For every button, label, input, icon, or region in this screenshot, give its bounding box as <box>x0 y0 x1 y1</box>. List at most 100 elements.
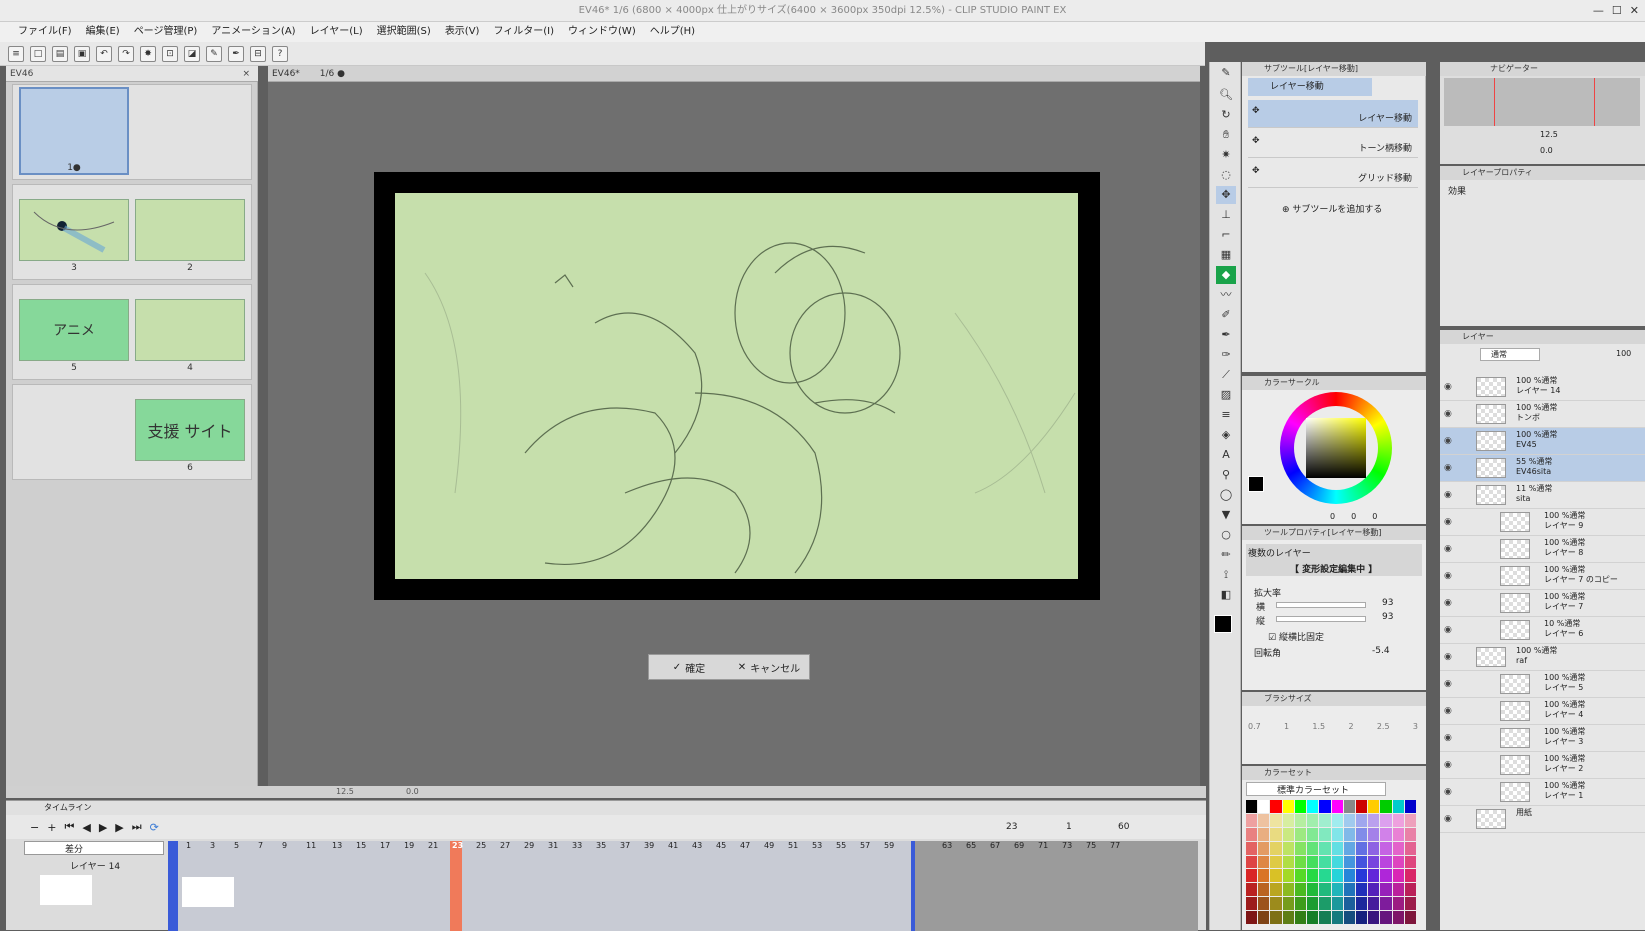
color-swatch[interactable] <box>1380 883 1392 897</box>
color-swatch[interactable] <box>1282 841 1294 855</box>
color-swatch[interactable] <box>1331 800 1343 813</box>
layer-row[interactable]: ◉ 100 %通常 レイヤー 9 <box>1440 509 1645 536</box>
color-swatch[interactable] <box>1343 911 1355 924</box>
color-set-select[interactable]: 標準カラーセット <box>1246 782 1386 796</box>
color-swatch[interactable] <box>1307 813 1319 827</box>
layer-row[interactable]: ◉ 100 %通常 レイヤー 8 <box>1440 536 1645 563</box>
color-swatch[interactable] <box>1282 800 1294 813</box>
color-swatch[interactable] <box>1392 813 1404 827</box>
brush-tool-icon[interactable]: 〰 <box>1216 286 1236 304</box>
nav-zoom[interactable]: 12.5 <box>1540 130 1558 139</box>
height-slider[interactable] <box>1276 616 1366 622</box>
color-swatch[interactable] <box>1343 855 1355 869</box>
subtool-group-tab[interactable]: レイヤー移動 <box>1248 78 1372 96</box>
visibility-eye-icon[interactable]: ◉ <box>1444 625 1452 635</box>
page-manager-tab[interactable]: EV46 × <box>6 66 258 82</box>
new-icon[interactable]: □ <box>30 45 46 62</box>
color-swatch[interactable] <box>1392 855 1404 869</box>
hamburger-icon[interactable]: ≡ <box>8 45 24 62</box>
color-swatch[interactable] <box>1246 911 1258 924</box>
close-icon[interactable]: ✕ <box>1630 0 1639 22</box>
color-swatch[interactable] <box>1319 827 1331 841</box>
bucket-tool-icon[interactable]: ▼ <box>1216 506 1236 524</box>
color-swatch[interactable] <box>1368 813 1380 827</box>
brush-size-option[interactable]: 1 <box>1284 722 1289 731</box>
color-swatch[interactable] <box>1270 897 1282 911</box>
pencil-tool-icon[interactable]: ✐ <box>1216 306 1236 324</box>
prev-frame-icon[interactable]: ◀ <box>82 821 90 834</box>
color-swatch[interactable] <box>1294 841 1307 855</box>
color-swatch[interactable] <box>1355 897 1368 911</box>
color-swatch[interactable] <box>1246 883 1258 897</box>
color-swatch[interactable] <box>1404 869 1416 883</box>
page-thumb-2[interactable] <box>135 199 245 261</box>
gradient-tool-icon[interactable]: ▨ <box>1216 386 1236 404</box>
color-swatch[interactable] <box>1282 813 1294 827</box>
visibility-eye-icon[interactable]: ◉ <box>1444 787 1452 797</box>
color-swatch[interactable] <box>1319 800 1331 813</box>
visibility-eye-icon[interactable]: ◉ <box>1444 436 1452 446</box>
navigator-preview[interactable] <box>1444 78 1640 126</box>
color-swatch[interactable] <box>1282 827 1294 841</box>
color-swatch[interactable] <box>1355 855 1368 869</box>
color-swatch[interactable] <box>1294 897 1307 911</box>
color-swatch[interactable] <box>1368 911 1380 924</box>
layer-row[interactable]: ◉ 11 %通常 sita <box>1440 482 1645 509</box>
color-swatch[interactable] <box>1294 869 1307 883</box>
zoom-value[interactable]: 12.5 <box>336 787 354 796</box>
brush-icon[interactable]: ✎ <box>206 45 222 62</box>
color-swatch[interactable] <box>1331 869 1343 883</box>
zoom-in-icon[interactable]: + <box>47 821 56 834</box>
layer-row[interactable]: ◉ 100 %通常 レイヤー 7 のコピー <box>1440 563 1645 590</box>
track-select[interactable]: 差分 <box>24 841 164 855</box>
color-swatch[interactable] <box>1282 855 1294 869</box>
color-swatch[interactable] <box>1404 883 1416 897</box>
layer-row[interactable]: ◉ 100 %通常 レイヤー 3 <box>1440 725 1645 752</box>
subtool-item[interactable]: ✥ グリッド移動 <box>1248 160 1418 188</box>
color-swatch[interactable] <box>1380 855 1392 869</box>
figure-tool-icon[interactable]: ≡ <box>1216 406 1236 424</box>
first-frame-icon[interactable]: ⏮ <box>64 820 74 834</box>
play-icon[interactable]: ▶ <box>99 821 107 834</box>
menu-animation[interactable]: アニメーション(A) <box>211 22 295 42</box>
color-swatch[interactable] <box>1380 911 1392 924</box>
correct-tool-icon[interactable]: ✏ <box>1216 546 1236 564</box>
color-swatch[interactable] <box>1270 800 1282 813</box>
swatch-grid[interactable] <box>1246 800 1416 924</box>
color-swatch[interactable] <box>1331 855 1343 869</box>
color-swatch[interactable] <box>1258 813 1270 827</box>
color-swatch[interactable] <box>1258 883 1270 897</box>
menu-help[interactable]: ヘルプ(H) <box>650 22 695 42</box>
layer-row[interactable]: ◉ 100 %通常 トンボ <box>1440 401 1645 428</box>
layer-row[interactable]: ◉ 10 %通常 レイヤー 6 <box>1440 617 1645 644</box>
layer-row[interactable]: ◉ 55 %通常 EV46sita <box>1440 455 1645 482</box>
color-swatch[interactable] <box>1331 813 1343 827</box>
maximize-icon[interactable]: ☐ <box>1612 0 1622 22</box>
layer-row[interactable]: ◉ 用紙 <box>1440 806 1645 833</box>
color-swatch[interactable] <box>1246 855 1258 869</box>
color-swatch[interactable] <box>1368 855 1380 869</box>
balloon-tool-icon[interactable]: ◯ <box>1216 486 1236 504</box>
move-tool-icon[interactable]: ✥ <box>1216 186 1236 204</box>
color-swatch[interactable] <box>1404 813 1416 827</box>
stamp-tool-icon[interactable]: ⊥ <box>1216 206 1236 224</box>
color-swatch[interactable] <box>1307 841 1319 855</box>
color-swatch[interactable] <box>1355 827 1368 841</box>
visibility-eye-icon[interactable]: ◉ <box>1444 463 1452 473</box>
playhead[interactable] <box>450 841 462 931</box>
tone-tool-icon[interactable]: ◧ <box>1216 586 1236 604</box>
color-swatch[interactable] <box>1404 800 1416 813</box>
color-swatch[interactable] <box>1392 841 1404 855</box>
page-thumb-1[interactable] <box>19 87 129 175</box>
eyedrop-tool-icon[interactable]: ⌐ <box>1216 226 1236 244</box>
zoom-out-icon[interactable]: − <box>30 821 39 834</box>
fill-icon[interactable]: ◪ <box>184 45 200 62</box>
opacity-value[interactable]: 100 <box>1616 349 1631 358</box>
eraser-tool-icon[interactable]: ◈ <box>1216 426 1236 444</box>
visibility-eye-icon[interactable]: ◉ <box>1444 706 1452 716</box>
visibility-eye-icon[interactable]: ◉ <box>1444 571 1452 581</box>
visibility-eye-icon[interactable]: ◉ <box>1444 544 1452 554</box>
main-color-swatch[interactable] <box>1214 615 1232 633</box>
visibility-eye-icon[interactable]: ◉ <box>1444 814 1452 824</box>
color-swatch[interactable] <box>1258 897 1270 911</box>
